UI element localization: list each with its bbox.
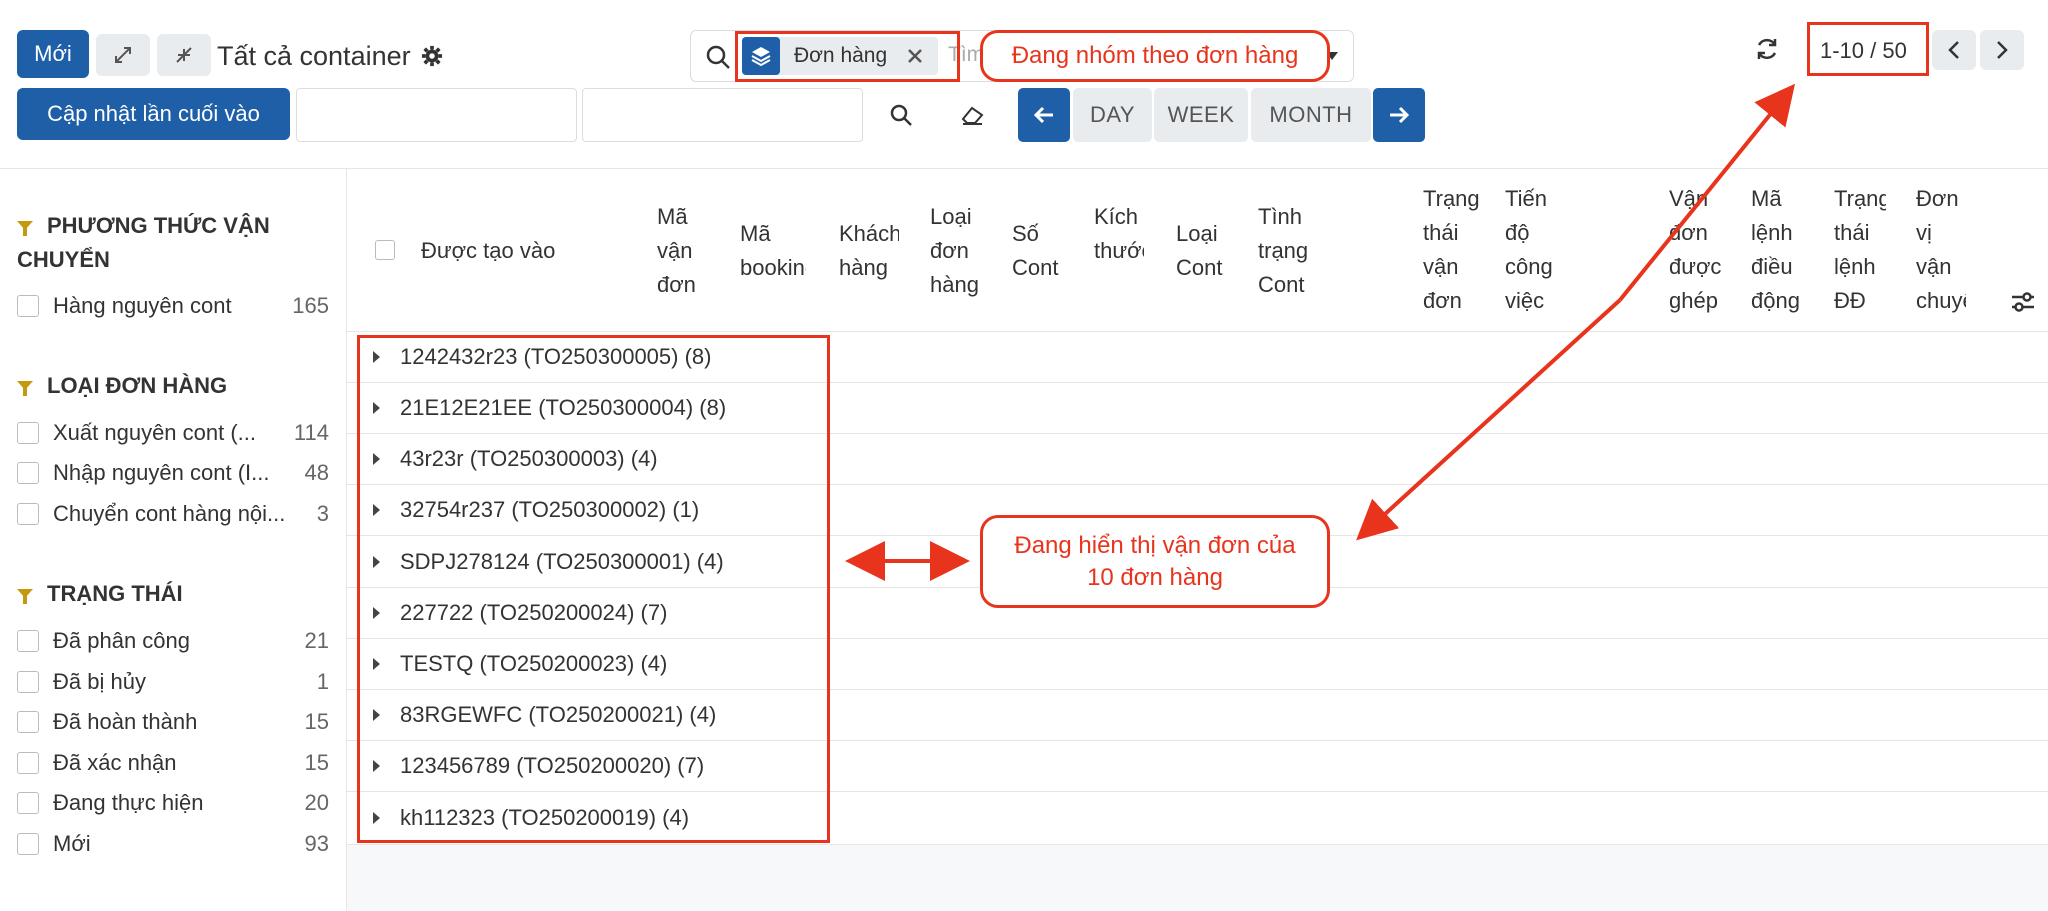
pager-arrow [1618, 83, 1796, 302]
annotation-arrows [845, 83, 1796, 581]
pager-arrow [1356, 298, 1622, 541]
